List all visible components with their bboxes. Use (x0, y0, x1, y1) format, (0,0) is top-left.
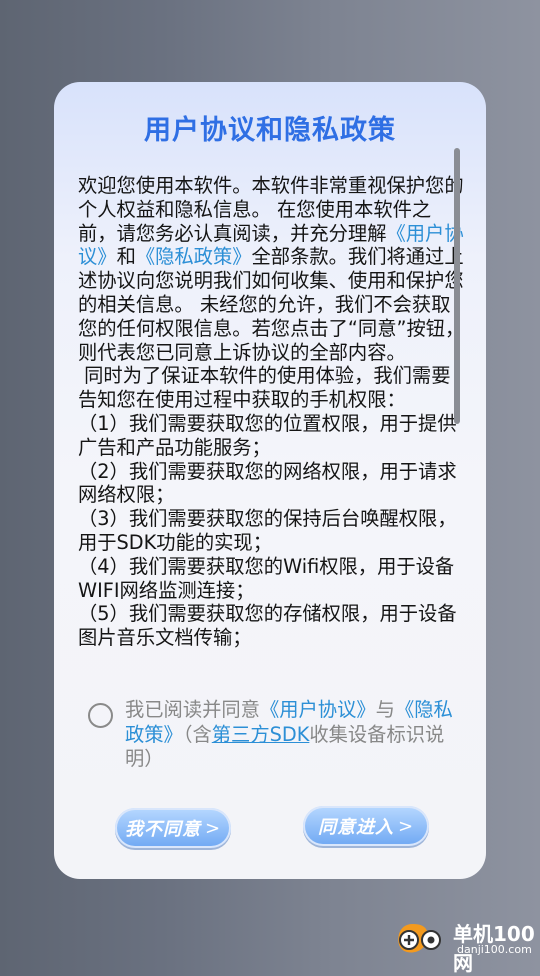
agree-mid: （含 (182, 722, 212, 746)
agree-prefix: 我已阅读并同意 (125, 698, 260, 721)
permissions-intro: 同时为了保证本软件的使用体验，我们需要告知您在使用过程中获取的手机权限： (78, 364, 451, 412)
intro-and-text: 和 (116, 245, 136, 269)
watermark: 单机100网 danji100.com (395, 918, 540, 975)
arrow-right-icon: > (397, 815, 415, 837)
intro-paragraph: 欢迎您使用本软件。本软件非常重视保护您的个人权益和隐私信息。 在您使用本软件之前… (78, 174, 466, 364)
scrollbar[interactable] (454, 148, 460, 424)
dialog-title: 用户协议和隐私政策 (144, 115, 396, 146)
agree-and: 与 (375, 698, 395, 721)
agree-text: 我已阅读并同意《用户协议》与《隐私政策》（含第三方SDK收集设备标识说明） (125, 698, 465, 772)
gamepad-logo-icon (398, 924, 441, 953)
arrow-right-icon: > (204, 817, 222, 839)
privacy-dialog: 用户协议和隐私政策 欢迎您使用本软件。本软件非常重视保护您的个人权益和隐私信息。… (54, 82, 486, 879)
permission-item: （4）我们需要获取您的Wifi权限，用于设备WIFI网络监测连接； (78, 554, 455, 602)
watermark-subtitle: danji100.com (457, 943, 532, 956)
privacy-policy-link[interactable]: 《隐私政策》 (136, 245, 252, 268)
permission-item: （1）我们需要获取您的位置权限，用于提供广告和产品功能服务； (78, 411, 457, 459)
permission-item: （2）我们需要获取您的网络权限，用于请求网络权限； (78, 459, 457, 507)
accept-button[interactable]: 同意进入 > (303, 806, 429, 846)
decline-button-label: 我不同意 (124, 819, 201, 840)
agreement-text-scroll[interactable]: 欢迎您使用本软件。本软件非常重视保护您的个人权益和隐私信息。 在您使用本软件之前… (78, 174, 466, 670)
agree-radio[interactable] (88, 703, 113, 728)
permission-item: （3）我们需要获取您的保持后台唤醒权限，用于SDK功能的实现； (78, 507, 457, 554)
agree-user-agreement-link[interactable]: 《用户协议》 (260, 698, 376, 721)
permission-item: （5）我们需要获取您的存储权限，用于设备图片音乐文档传输； (78, 602, 457, 650)
decline-button[interactable]: 我不同意 > (115, 808, 231, 848)
third-party-sdk-link[interactable]: 第三方SDK (212, 723, 310, 746)
accept-button-label: 同意进入 (317, 817, 394, 838)
